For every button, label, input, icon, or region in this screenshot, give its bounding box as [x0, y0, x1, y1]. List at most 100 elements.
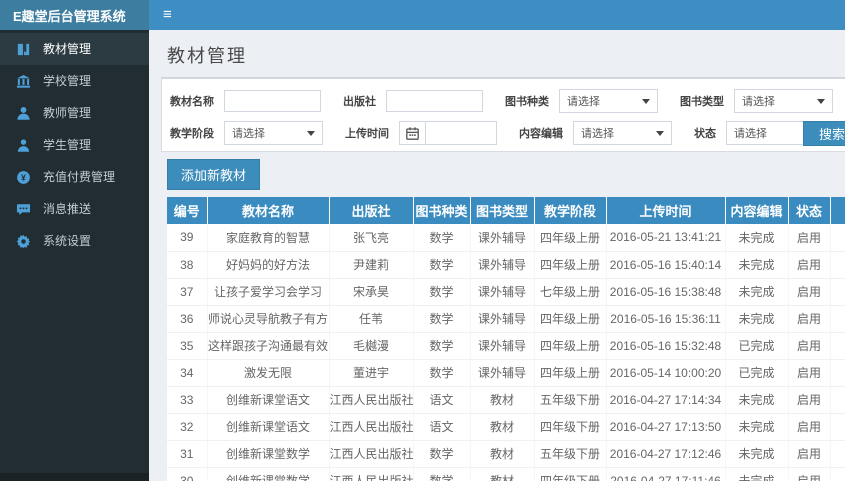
- sidebar-menu: 教材管理 学校管理教师管理学生管理 ¥ 充值付费管理消息推送 系统设置: [0, 30, 149, 257]
- teaching-stage-select[interactable]: 请选择: [224, 121, 323, 145]
- cell-name: 这样跟孩子沟通最有效: [207, 332, 330, 360]
- cell-content-edit: 未完成: [725, 278, 789, 306]
- cell-status: 启用: [788, 251, 831, 279]
- cell-type: 课外辅导: [470, 305, 535, 333]
- sidebar-item-label: 充值付费管理: [43, 169, 116, 184]
- cell-type: 课外辅导: [470, 251, 535, 279]
- filter-label: 出版社: [343, 96, 376, 108]
- cell-id: 33: [167, 386, 208, 414]
- cell-stage: 四年级上册: [534, 359, 607, 387]
- filter-group: 出版社: [343, 90, 483, 112]
- filter-row-1: 教材名称 出版社 图书种类 请选择 图书类型 请选择: [170, 89, 845, 113]
- cell-category: 语文: [413, 413, 471, 441]
- chevron-down-icon: [817, 98, 825, 104]
- cell-stage: 五年级下册: [534, 386, 607, 414]
- cell-publisher: 董进宇: [329, 359, 414, 387]
- cell-actions: [830, 386, 845, 414]
- select-value: 请选择: [734, 128, 767, 140]
- filter-label: 教材名称: [170, 96, 214, 108]
- table-row: 34 激发无限 董进宇 数学 课外辅导 四年级上册 2016-05-14 10:00:20 已…: [167, 359, 845, 387]
- cell-publisher: 江西人民出版社: [329, 467, 414, 481]
- cell-actions: [830, 278, 845, 306]
- cell-publisher: 江西人民出版社: [329, 386, 414, 414]
- cell-status: 启用: [788, 386, 831, 414]
- cell-upload-time: 2016-05-16 15:32:48: [606, 332, 726, 360]
- cell-id: 37: [167, 278, 208, 306]
- column-header-type: 图书类型: [470, 197, 535, 224]
- table-row: 30 创维新课堂数学 江西人民出版社 数学 教材 四年级下册 2016-04-27 17:1…: [167, 467, 845, 481]
- search-button[interactable]: 搜索: [803, 121, 845, 146]
- svg-text:¥: ¥: [21, 172, 26, 182]
- page-title: 教材管理: [167, 46, 247, 66]
- select-value: 请选择: [232, 128, 265, 140]
- cell-id: 38: [167, 251, 208, 279]
- content-area: 教材管理 教材名称 出版社 图书种类 请选择 图书类型 请选择 教学阶段 请选择 上传时间 内容…: [149, 30, 845, 481]
- table-row: 35 这样跟孩子沟通最有效 毛樾漫 数学 课外辅导 四年级上册 2016-05-16 15:…: [167, 332, 845, 360]
- cell-publisher: 毛樾漫: [329, 332, 414, 360]
- column-header-id: 编号: [167, 197, 208, 224]
- cell-content-edit: 未完成: [725, 251, 789, 279]
- table-row: 31 创维新课堂数学 江西人民出版社 数学 教材 五年级下册 2016-04-27 17:1…: [167, 440, 845, 468]
- cell-status: 启用: [788, 440, 831, 468]
- cell-type: 课外辅导: [470, 224, 535, 252]
- book-type-select[interactable]: 请选择: [734, 89, 833, 113]
- cell-upload-time: 2016-04-27 17:13:50: [606, 413, 726, 441]
- cell-category: 数学: [413, 224, 471, 252]
- textbook-name-input[interactable]: [224, 90, 321, 112]
- content-edit-select[interactable]: 请选择: [573, 121, 672, 145]
- sidebar-item-teacher[interactable]: 教师管理: [0, 97, 149, 129]
- cell-upload-time: 2016-04-27 17:12:46: [606, 440, 726, 468]
- column-header-stage: 教学阶段: [534, 197, 607, 224]
- add-textbook-button[interactable]: 添加新教材: [167, 159, 261, 190]
- cell-content-edit: 未完成: [725, 386, 789, 414]
- table-row: 39 家庭教育的智慧 张飞亮 数学 课外辅导 四年级上册 2016-05-21 13:41:…: [167, 224, 845, 252]
- cell-category: 数学: [413, 278, 471, 306]
- cell-upload-time: 2016-05-21 13:41:21: [606, 224, 726, 252]
- upload-time-input[interactable]: [425, 121, 497, 145]
- cell-name: 好妈妈的好方法: [207, 251, 330, 279]
- book-category-select[interactable]: 请选择: [559, 89, 658, 113]
- cell-id: 34: [167, 359, 208, 387]
- cell-upload-time: 2016-04-27 17:11:46: [606, 467, 726, 481]
- sidebar-item-label: 教师管理: [43, 105, 92, 120]
- cell-name: 创维新课堂语文: [207, 413, 330, 441]
- column-header-status: 状态: [788, 197, 831, 224]
- cell-actions: [830, 359, 845, 387]
- cell-status: 启用: [788, 224, 831, 252]
- sidebar-item-school[interactable]: 学校管理: [0, 65, 149, 97]
- cell-name: 创维新课堂数学: [207, 467, 330, 481]
- sidebar-footer: [0, 473, 149, 481]
- recharge-icon: ¥: [15, 169, 31, 185]
- cell-publisher: 宋承昊: [329, 278, 414, 306]
- bank-icon: [15, 73, 31, 89]
- cell-actions: [830, 467, 845, 481]
- publisher-input[interactable]: [386, 90, 483, 112]
- filter-row-2: 教学阶段 请选择 上传时间 内容编辑 请选择 状态 请选择: [170, 121, 845, 145]
- cell-id: 30: [167, 467, 208, 481]
- cell-stage: 七年级上册: [534, 278, 607, 306]
- sidebar-item-recharge[interactable]: ¥ 充值付费管理: [0, 161, 149, 193]
- sidebar-toggle-button[interactable]: ≡: [149, 0, 186, 30]
- cell-id: 32: [167, 413, 208, 441]
- cell-status: 启用: [788, 332, 831, 360]
- sidebar-item-student[interactable]: 学生管理: [0, 129, 149, 161]
- cell-id: 35: [167, 332, 208, 360]
- chevron-down-icon: [307, 130, 315, 136]
- cell-stage: 五年级下册: [534, 440, 607, 468]
- cell-status: 启用: [788, 467, 831, 481]
- sidebar-item-message[interactable]: 消息推送: [0, 193, 149, 225]
- cell-type: 课外辅导: [470, 278, 535, 306]
- table-row: 38 好妈妈的好方法 尹建莉 数学 课外辅导 四年级上册 2016-05-16 15:40:…: [167, 251, 845, 279]
- message-icon: [15, 201, 31, 217]
- table-row: 33 创维新课堂语文 江西人民出版社 语文 教材 五年级下册 2016-04-27 17:1…: [167, 386, 845, 414]
- filter-group: 教学阶段 请选择: [170, 121, 323, 145]
- app-title: E趣堂后台管理系统: [13, 8, 126, 24]
- cell-content-edit: 未完成: [725, 413, 789, 441]
- cell-status: 启用: [788, 413, 831, 441]
- select-value: 请选择: [567, 96, 600, 108]
- cell-actions: [830, 224, 845, 252]
- sidebar-item-settings[interactable]: 系统设置: [0, 225, 149, 257]
- cell-category: 数学: [413, 305, 471, 333]
- sidebar-item-textbook[interactable]: 教材管理: [0, 33, 149, 65]
- cell-stage: 四年级下册: [534, 413, 607, 441]
